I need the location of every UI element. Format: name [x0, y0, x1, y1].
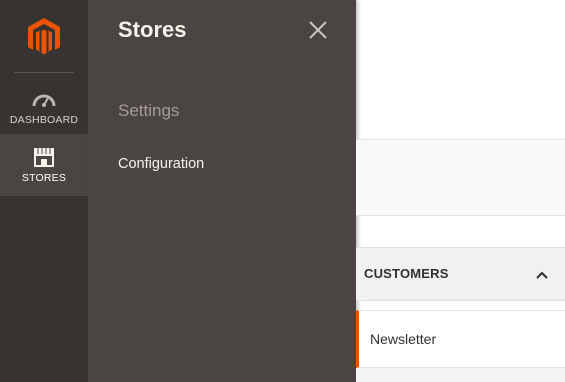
nav-item-label: STORES: [21, 172, 67, 184]
section-title: CUSTOMERS: [364, 266, 449, 281]
submenu-section-settings: Settings: [118, 101, 180, 120]
stores-submenu-panel: Stores Settings Configuration: [88, 0, 356, 382]
nav-divider: [14, 72, 74, 73]
magento-logo[interactable]: [0, 0, 88, 72]
close-icon[interactable]: [307, 19, 329, 41]
nav-item-dashboard[interactable]: DASHBOARD: [0, 76, 88, 138]
chevron-up-icon[interactable]: [535, 268, 549, 280]
storefront-icon: [31, 146, 57, 168]
panel-title: Stores: [118, 17, 187, 42]
page-content-band: [356, 139, 565, 216]
speedometer-icon: [31, 88, 57, 110]
submenu-link-configuration[interactable]: Configuration: [118, 156, 204, 172]
config-tab-newsletter[interactable]: Newsletter: [356, 310, 565, 368]
nav-item-label: DASHBOARD: [9, 114, 79, 126]
admin-sidebar: DASHBOARD STORES: [0, 0, 88, 382]
magento-logo-icon: [28, 18, 60, 55]
tab-label: Newsletter: [370, 331, 437, 347]
nav-item-stores[interactable]: STORES: [0, 134, 88, 196]
customers-section-header[interactable]: CUSTOMERS: [356, 247, 565, 301]
next-section-strip: [356, 368, 565, 382]
